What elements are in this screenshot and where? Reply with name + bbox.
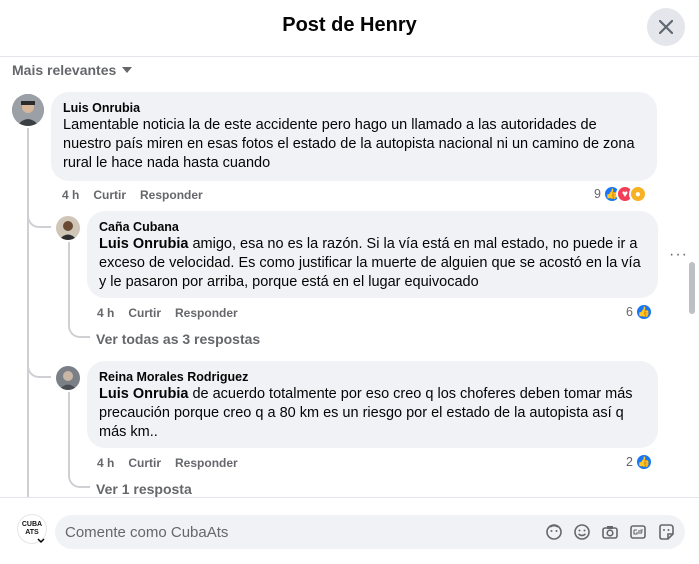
mention-link[interactable]: Luis Onrubia	[99, 236, 188, 252]
close-button[interactable]	[647, 8, 685, 46]
thread-branch	[27, 205, 51, 228]
like-button[interactable]: Curtir	[128, 456, 161, 470]
reaction-count: 9	[594, 187, 601, 201]
comment-actions: 4 h Curtir Responder	[97, 306, 238, 320]
reply-button[interactable]: Responder	[175, 306, 238, 320]
comment-author[interactable]: Luis Onrubia	[63, 100, 645, 116]
avatar[interactable]	[12, 94, 44, 126]
camera-icon[interactable]	[601, 523, 619, 541]
comment-bubble: Reina Morales Rodriguez Luis Onrubia de …	[87, 361, 658, 448]
dialog-title: Post de Henry	[282, 14, 417, 36]
avatar[interactable]	[56, 216, 80, 240]
user-photo-icon	[56, 216, 80, 240]
emoji-icon[interactable]	[573, 523, 591, 541]
comment-author[interactable]: Caña Cubana	[99, 219, 646, 235]
reaction-summary[interactable]: 2 👍	[626, 453, 653, 471]
like-reaction-icon: 👍	[634, 303, 653, 321]
dialog-header: Post de Henry	[0, 0, 699, 57]
sticker-icon[interactable]	[657, 523, 675, 541]
reaction-summary[interactable]: 9 👍 ♥ ●	[594, 185, 647, 203]
chevron-down-icon[interactable]	[37, 538, 45, 544]
close-icon	[659, 20, 673, 34]
gif-icon[interactable]	[629, 523, 647, 541]
comment-author[interactable]: Reina Morales Rodriguez	[99, 369, 646, 385]
comment-text: Luis Onrubia de acuerdo totalmente por e…	[99, 385, 646, 442]
like-reaction-icon: 👍	[634, 453, 653, 471]
reply-button[interactable]: Responder	[140, 188, 203, 202]
comment-time[interactable]: 4 h	[62, 188, 79, 202]
user-photo-icon	[12, 94, 44, 126]
reply-button[interactable]: Responder	[175, 456, 238, 470]
scrollbar[interactable]	[689, 262, 695, 314]
caret-down-icon	[122, 67, 133, 73]
comment-text: Luis Onrubia amigo, esa no es la razón. …	[99, 235, 646, 292]
mention-link[interactable]: Luis Onrubia	[99, 386, 188, 402]
comment-time[interactable]: 4 h	[97, 306, 114, 320]
more-options-icon[interactable]: ···	[669, 246, 688, 264]
comment-text: Lamentable noticia la de este accidente …	[63, 117, 635, 171]
view-replies-link[interactable]: Ver 1 resposta	[96, 481, 192, 497]
sort-label: Mais relevantes	[12, 62, 117, 78]
like-button[interactable]: Curtir	[93, 188, 126, 202]
thread-branch	[27, 355, 51, 378]
reaction-count: 6	[626, 305, 633, 319]
reaction-count: 2	[626, 455, 633, 469]
user-photo-icon	[56, 366, 80, 390]
comment-input[interactable]	[65, 515, 535, 549]
avatar-sticker-icon[interactable]	[545, 523, 563, 541]
comment-bubble: Luis Onrubia Lamentable noticia la de es…	[51, 92, 657, 181]
sort-dropdown[interactable]: Mais relevantes	[12, 62, 133, 78]
comment-composer[interactable]	[55, 515, 685, 549]
thread-line	[27, 128, 29, 500]
view-replies-link[interactable]: Ver todas as 3 respostas	[96, 331, 260, 347]
like-button[interactable]: Curtir	[128, 306, 161, 320]
reaction-summary[interactable]: 6 👍	[626, 303, 653, 321]
comment-bubble: Caña Cubana Luis Onrubia amigo, esa no e…	[87, 211, 658, 298]
avatar[interactable]	[56, 366, 80, 390]
avatar-logo-text: CUBA ATS	[21, 521, 43, 536]
comment-actions: 4 h Curtir Responder	[62, 188, 203, 202]
comment-actions: 4 h Curtir Responder	[97, 456, 238, 470]
wow-reaction-icon: ●	[628, 185, 647, 203]
comment-time[interactable]: 4 h	[97, 456, 114, 470]
